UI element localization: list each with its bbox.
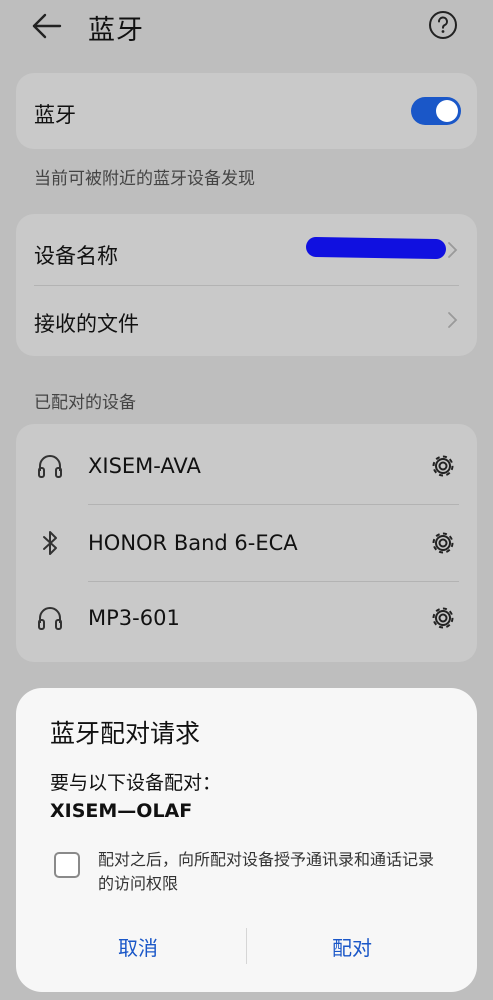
gear-icon[interactable]: [428, 528, 458, 558]
dialog-subtitle: 要与以下设备配对：: [50, 772, 222, 794]
device-settings-card: 设备名称 接收的文件: [16, 214, 477, 356]
paired-device-name: MP3-601: [88, 606, 180, 630]
bluetooth-icon: [43, 531, 57, 555]
device-name-label: 设备名称: [34, 244, 118, 268]
bluetooth-label: 蓝牙: [34, 103, 76, 127]
paired-device-row[interactable]: XISEM-AVA: [16, 424, 477, 504]
bluetooth-toggle-card: 蓝牙: [16, 73, 477, 149]
button-divider: [246, 928, 247, 964]
received-files-label: 接收的文件: [34, 312, 139, 336]
device-name-row[interactable]: 设备名称: [16, 214, 477, 285]
top-bar: 蓝牙: [0, 0, 493, 52]
bluetooth-toggle[interactable]: [411, 97, 461, 125]
paired-device-name: HONOR Band 6-ECA: [88, 531, 298, 555]
chevron-right-icon: [448, 312, 458, 328]
paired-device-row[interactable]: MP3-601: [16, 582, 477, 662]
paired-device-name: XISEM-AVA: [88, 454, 201, 478]
redacted-device-name: [305, 236, 447, 260]
dialog-title: 蓝牙配对请求: [50, 719, 201, 748]
gear-icon[interactable]: [428, 603, 458, 633]
dialog-device-name: XISEM—OLAF: [50, 800, 193, 822]
pairing-request-dialog: 蓝牙配对请求 要与以下设备配对： XISEM—OLAF 配对之后，向所配对设备授…: [16, 688, 477, 992]
paired-device-row[interactable]: HONOR Band 6-ECA: [16, 505, 477, 581]
gear-icon[interactable]: [428, 451, 458, 481]
received-files-row[interactable]: 接收的文件: [16, 286, 477, 356]
cancel-button[interactable]: 取消: [118, 932, 158, 961]
contacts-access-checkbox[interactable]: [54, 852, 80, 878]
headphones-icon: [38, 607, 62, 630]
help-circle-icon[interactable]: [428, 10, 458, 40]
page-title: 蓝牙: [88, 15, 144, 46]
pair-button[interactable]: 配对: [332, 932, 372, 961]
toggle-knob: [436, 100, 458, 122]
visibility-note: 当前可被附近的蓝牙设备发现: [34, 169, 255, 189]
paired-devices-card: XISEM-AVA HONOR Band 6-ECA MP3-601: [16, 424, 477, 662]
contacts-access-label: 配对之后，向所配对设备授予通讯录和通话记录的访问权限: [98, 850, 435, 893]
arrow-left-icon[interactable]: [30, 10, 64, 42]
paired-section-label: 已配对的设备: [34, 393, 136, 413]
chevron-right-icon: [448, 242, 458, 258]
headphones-icon: [38, 455, 62, 478]
